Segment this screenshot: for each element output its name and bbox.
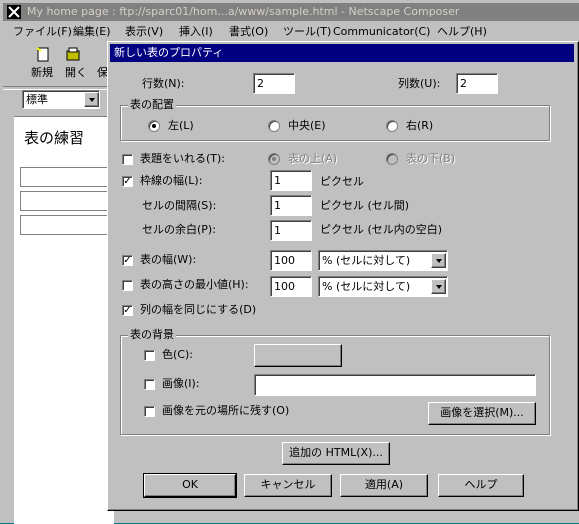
color-picker-button[interactable] — [254, 344, 342, 367]
window-title: My home page : ftp://sparc01/hom...a/www… — [27, 5, 460, 18]
align-center-radio[interactable] — [268, 120, 280, 132]
table-properties-dialog: 新しい表のプロパティ 行数(N): 2 列数(U): 2 表の配置 左(L) 中… — [107, 41, 579, 511]
cell-padding-input[interactable]: 1 — [270, 220, 312, 241]
border-width-value: 1 — [274, 174, 281, 187]
table-width-label: 表の幅(W): — [140, 253, 197, 266]
menu-edit[interactable]: 編集(E) — [73, 25, 111, 39]
min-height-checkbox[interactable] — [122, 280, 133, 291]
cols-label: 列数(U): — [398, 77, 441, 90]
min-height-unit: % (セルに対して) — [322, 280, 411, 293]
document-heading: 表の練習 — [24, 129, 85, 147]
table-width-unit: % (セルに対して) — [322, 254, 411, 267]
keep-image-checkbox[interactable] — [144, 406, 155, 417]
dialog-title-bar[interactable]: 新しい表のプロパティ — [110, 44, 574, 62]
background-group-title: 表の背景 — [128, 328, 176, 342]
align-group-title: 表の配置 — [128, 98, 176, 112]
menu-communicator[interactable]: Communicator(C) — [333, 25, 430, 39]
caption-below-label: 表の下(B) — [406, 152, 456, 165]
toolbar: 新規 開く 保 — [3, 44, 113, 84]
cols-value: 2 — [460, 77, 467, 90]
window-title-bar[interactable]: My home page : ftp://sparc01/hom...a/www… — [3, 3, 579, 21]
padding-unit: ピクセル (セル内の空白) — [320, 223, 443, 236]
menu-insert[interactable]: 挿入(I) — [179, 25, 213, 39]
bg-image-checkbox[interactable] — [144, 379, 155, 390]
menu-format[interactable]: 書式(O) — [229, 25, 268, 39]
toolbar-new-label[interactable]: 新規 — [31, 66, 53, 80]
caption-above-label: 表の上(A) — [288, 152, 338, 165]
cell-spacing-value: 1 — [274, 199, 281, 212]
table-width-input[interactable]: 100 — [270, 250, 312, 271]
cancel-button[interactable]: キャンセル — [244, 474, 332, 497]
apply-button[interactable]: 適用(A) — [340, 474, 428, 497]
rows-value: 2 — [257, 77, 264, 90]
caption-below-radio[interactable] — [386, 153, 398, 165]
equal-cols-label: 列の幅を同じにする(D) — [140, 303, 257, 316]
caption-label: 表題をいれる(T): — [140, 152, 226, 165]
min-height-label: 表の高さの最小値(H): — [140, 278, 249, 291]
chevron-down-icon[interactable] — [84, 92, 99, 107]
padding-label: セルの余白(P): — [142, 223, 216, 236]
open-icon — [65, 46, 81, 62]
cell-spacing-input[interactable]: 1 — [270, 195, 312, 216]
min-height-unit-select[interactable]: % (セルに対して) — [318, 276, 448, 297]
caption-above-radio[interactable] — [268, 153, 280, 165]
paragraph-style-value: 標準 — [26, 93, 48, 106]
spacing-unit: ピクセル (セル間) — [320, 199, 410, 212]
document-area[interactable]: 表の練習 — [14, 116, 122, 524]
menu-tools[interactable]: ツール(T) — [283, 25, 331, 39]
choose-image-button[interactable]: 画像を選択(M)... — [428, 402, 536, 425]
toolbar-open-label[interactable]: 開く — [65, 66, 87, 80]
table-width-unit-select[interactable]: % (セルに対して) — [318, 250, 448, 271]
rows-label: 行数(N): — [142, 77, 185, 90]
equal-cols-checkbox[interactable]: ✓ — [122, 305, 133, 316]
border-checkbox[interactable]: ✓ — [122, 176, 133, 187]
menu-bar: ファイル(F) 編集(E) 表示(V) 挿入(I) 書式(O) ツール(T) C… — [3, 23, 579, 41]
ok-button[interactable]: OK — [143, 473, 237, 498]
menu-help[interactable]: ヘルプ(H) — [437, 25, 487, 39]
composer-app-icon — [7, 5, 21, 19]
extra-html-button[interactable]: 追加の HTML(X)... — [282, 442, 390, 465]
table-width-value: 100 — [274, 254, 295, 267]
help-button[interactable]: ヘルプ — [438, 474, 524, 497]
align-left-label: 左(L) — [168, 119, 194, 132]
align-left-radio[interactable] — [148, 120, 160, 132]
bg-image-label: 画像(I): — [162, 377, 200, 390]
min-height-value: 100 — [274, 280, 295, 293]
dialog-title: 新しい表のプロパティ — [114, 46, 224, 59]
border-width-input[interactable]: 1 — [270, 170, 312, 191]
bg-color-checkbox[interactable] — [144, 350, 155, 361]
align-right-label: 右(R) — [406, 119, 434, 132]
menu-file[interactable]: ファイル(F) — [13, 25, 72, 39]
image-path-input[interactable] — [254, 374, 536, 396]
caption-checkbox[interactable] — [122, 154, 133, 165]
chevron-down-icon[interactable] — [431, 253, 446, 268]
menu-view[interactable]: 表示(V) — [125, 25, 163, 39]
keep-image-label: 画像を元の場所に残す(O) — [162, 404, 290, 417]
cols-input[interactable]: 2 — [456, 73, 498, 94]
cell-padding-value: 1 — [274, 224, 281, 237]
border-unit: ピクセル — [320, 175, 364, 188]
align-right-radio[interactable] — [386, 120, 398, 132]
border-label: 枠線の幅(L): — [140, 174, 203, 187]
chevron-down-icon[interactable] — [431, 279, 446, 294]
align-center-label: 中央(E) — [288, 119, 326, 132]
table-width-checkbox[interactable]: ✓ — [122, 255, 133, 266]
min-height-input[interactable]: 100 — [270, 276, 312, 297]
bg-color-label: 色(C): — [162, 348, 193, 361]
new-icon — [35, 46, 51, 62]
spacing-label: セルの間隔(S): — [142, 199, 217, 212]
rows-input[interactable]: 2 — [253, 73, 295, 94]
